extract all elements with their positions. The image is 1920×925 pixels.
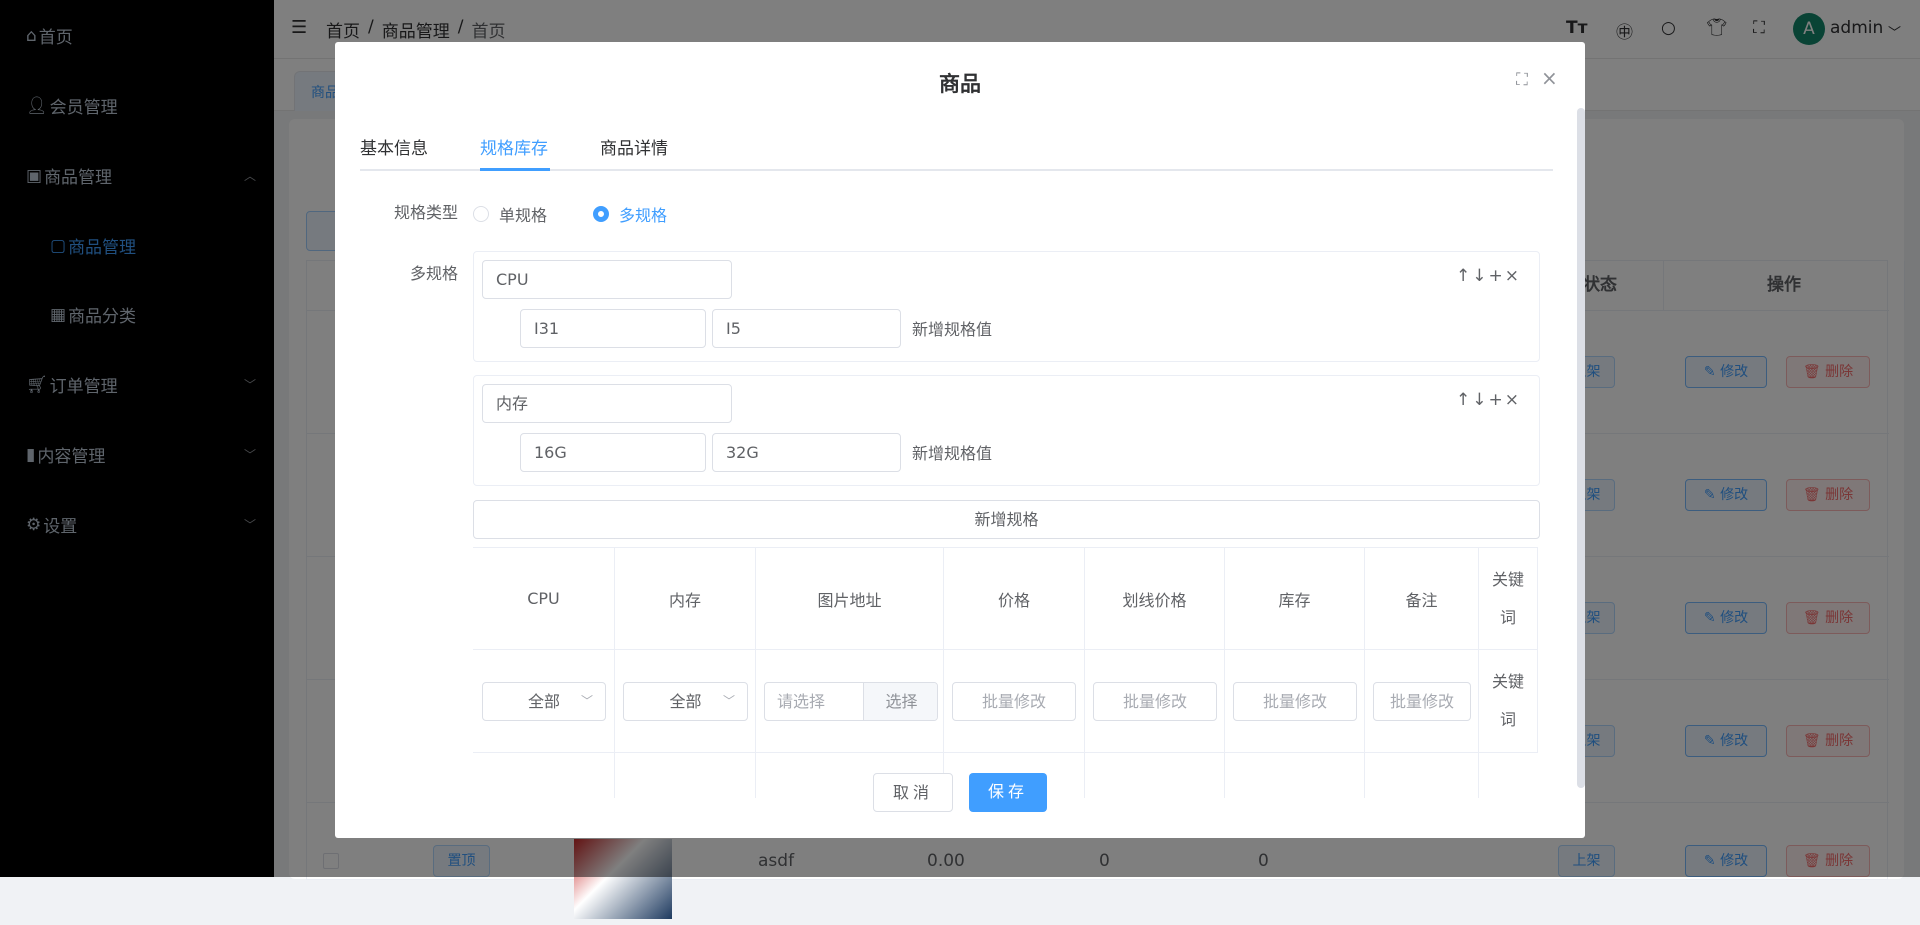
radio-circle [593, 206, 609, 222]
spec-value-input[interactable]: 16G [520, 433, 706, 472]
dialog-scrollbar[interactable] [1577, 108, 1585, 788]
cell: 批量修改 [944, 650, 1085, 753]
note-batch-input[interactable]: 批量修改 [1373, 682, 1471, 721]
product-dialog: 商品 ⛶ × 基本信息 规格库存 商品详情 规格类型 单规格 多规格 多规格 C… [335, 42, 1585, 838]
col-header: 关键词 [1479, 548, 1538, 650]
spec-group: 内存 ↑↓+× 16G 32G 新增规格值 [473, 375, 1540, 486]
tab-basic-info[interactable]: 基本信息 [360, 134, 428, 159]
choose-image-button[interactable]: 选择 [863, 683, 937, 720]
chevron-down-icon: ﹀ [722, 694, 735, 708]
cell: 批量修改 [1085, 650, 1225, 753]
image-url-input[interactable]: 请选择 [777, 683, 825, 720]
radio-multi-spec[interactable]: 多规格 [593, 202, 667, 226]
image-picker: 请选择 选择 [764, 682, 938, 721]
tab-spec-stock[interactable]: 规格库存 [480, 134, 548, 159]
col-header: 内存 [615, 548, 756, 650]
spec-name-input[interactable]: CPU [482, 260, 732, 299]
select-value: 全部 [527, 692, 560, 711]
maximize-icon[interactable]: ⛶ [1516, 70, 1528, 90]
radio-label: 多规格 [619, 206, 668, 225]
dialog-title: 商品 [939, 72, 981, 96]
cell [1365, 753, 1479, 798]
price-batch-input[interactable]: 批量修改 [952, 682, 1076, 721]
col-header: 图片地址 [756, 548, 944, 650]
col-header: CPU [473, 548, 615, 650]
cell [1225, 753, 1365, 798]
select-value: 全部 [669, 692, 702, 711]
col-header: 库存 [1225, 548, 1365, 650]
cell: 批量修改 [1365, 650, 1479, 753]
cell: 批量修改 [1225, 650, 1365, 753]
cell [615, 753, 756, 798]
spec-value-input[interactable]: 32G [712, 433, 901, 472]
multi-spec-label: 多规格 [409, 264, 458, 283]
original-price-batch-input[interactable]: 批量修改 [1093, 682, 1217, 721]
keyword-cell: 关键词 [1479, 650, 1538, 753]
add-spec-value-link[interactable]: 新增规格值 [912, 440, 992, 464]
col-header: 备注 [1365, 548, 1479, 650]
close-icon[interactable]: × [1541, 66, 1558, 90]
add-spec-button[interactable]: 新增规格 [473, 500, 1540, 539]
stock-batch-input[interactable]: 批量修改 [1233, 682, 1357, 721]
cell: 请选择 选择 [756, 650, 944, 753]
col-header: 划线价格 [1085, 548, 1225, 650]
chevron-down-icon: ﹀ [580, 694, 593, 708]
cell: 全部 ﹀ [615, 650, 756, 753]
cancel-button[interactable]: 取消 [873, 773, 953, 812]
cell [1085, 753, 1225, 798]
cell [473, 753, 615, 798]
memory-batch-select[interactable]: 全部 ﹀ [623, 682, 748, 721]
tab-product-detail[interactable]: 商品详情 [600, 134, 668, 159]
spec-actions-icons[interactable]: ↑↓+× [1456, 266, 1521, 286]
radio-circle [473, 206, 489, 222]
radio-single-spec[interactable]: 单规格 [473, 202, 547, 226]
add-spec-value-link[interactable]: 新增规格值 [912, 316, 992, 340]
tab-active-indicator [480, 168, 550, 171]
cpu-batch-select[interactable]: 全部 ﹀ [482, 682, 606, 721]
spec-group: CPU ↑↓+× I31 I5 新增规格值 [473, 251, 1540, 362]
cell: 全部 ﹀ [473, 650, 615, 753]
col-header: 价格 [944, 548, 1085, 650]
spec-actions-icons[interactable]: ↑↓+× [1456, 390, 1521, 410]
spec-value-input[interactable]: I5 [712, 309, 901, 348]
spec-value-input[interactable]: I31 [520, 309, 706, 348]
sku-table: CPU 内存 图片地址 价格 划线价格 库存 备注 关键词 全部 ﹀ 全部 ﹀ 请选… [473, 547, 1538, 798]
spec-type-label: 规格类型 [393, 203, 458, 222]
radio-label: 单规格 [499, 206, 548, 225]
spec-name-input[interactable]: 内存 [482, 384, 732, 423]
save-button[interactable]: 保存 [969, 773, 1047, 812]
